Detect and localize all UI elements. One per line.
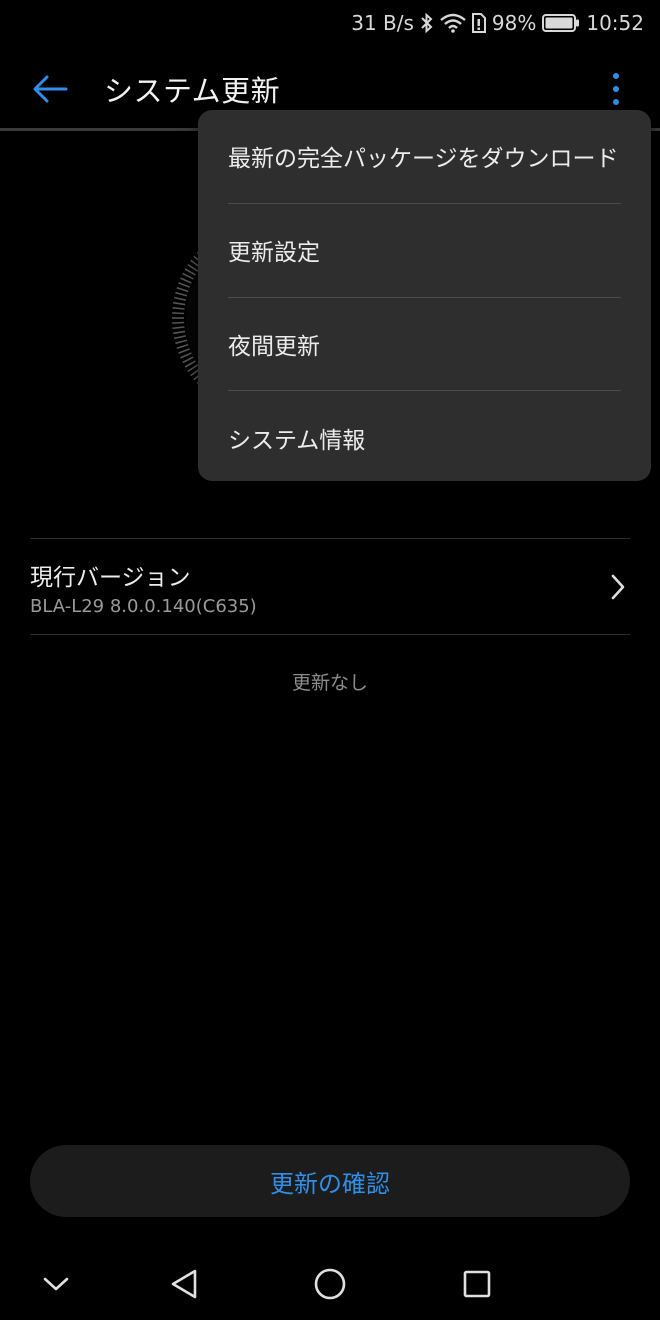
divider [30, 634, 630, 635]
check-updates-button[interactable]: 更新の確認 [30, 1145, 630, 1217]
sim-icon [471, 13, 486, 33]
nav-hide-button[interactable] [36, 1264, 76, 1304]
current-version-row[interactable]: 現行バージョン BLA-L29 8.0.0.140(C635) [30, 540, 630, 634]
triangle-back-icon [171, 1269, 197, 1299]
menu-item-night-update[interactable]: 夜間更新 [228, 298, 621, 392]
navigation-bar [0, 1248, 660, 1320]
chevron-right-icon [611, 574, 625, 600]
battery-percent: 98% [491, 11, 537, 35]
menu-item-system-info[interactable]: システム情報 [228, 391, 621, 481]
overflow-menu: 最新の完全パッケージをダウンロード 更新設定 夜間更新 システム情報 [198, 110, 651, 481]
overflow-dot-icon [613, 86, 619, 92]
divider [30, 538, 630, 539]
battery-icon [542, 14, 580, 32]
overflow-dot-icon [613, 99, 619, 105]
overflow-dot-icon [613, 73, 619, 79]
version-value: BLA-L29 8.0.0.140(C635) [30, 596, 257, 617]
page-title: システム更新 [104, 74, 281, 108]
nav-home-button[interactable] [310, 1264, 350, 1304]
more-options-button[interactable] [604, 66, 628, 112]
square-recents-icon [463, 1270, 491, 1298]
back-arrow-icon [33, 75, 68, 103]
status-bar: 31 B/s 98% 10:52 [0, 0, 660, 46]
chevron-down-icon [43, 1277, 69, 1291]
back-button[interactable] [22, 66, 78, 112]
version-label: 現行バージョン [30, 565, 191, 591]
nav-recents-button[interactable] [457, 1264, 497, 1304]
nav-back-button[interactable] [164, 1264, 204, 1304]
update-status-text: 更新なし [291, 672, 368, 694]
wifi-icon [440, 13, 466, 33]
circle-home-icon [314, 1268, 346, 1300]
clock: 10:52 [586, 11, 644, 35]
bluetooth-icon [420, 12, 434, 34]
menu-item-update-settings[interactable]: 更新設定 [228, 204, 621, 298]
menu-item-download-full-package[interactable]: 最新の完全パッケージをダウンロード [228, 110, 621, 204]
net-speed: 31 B/s [351, 11, 414, 35]
